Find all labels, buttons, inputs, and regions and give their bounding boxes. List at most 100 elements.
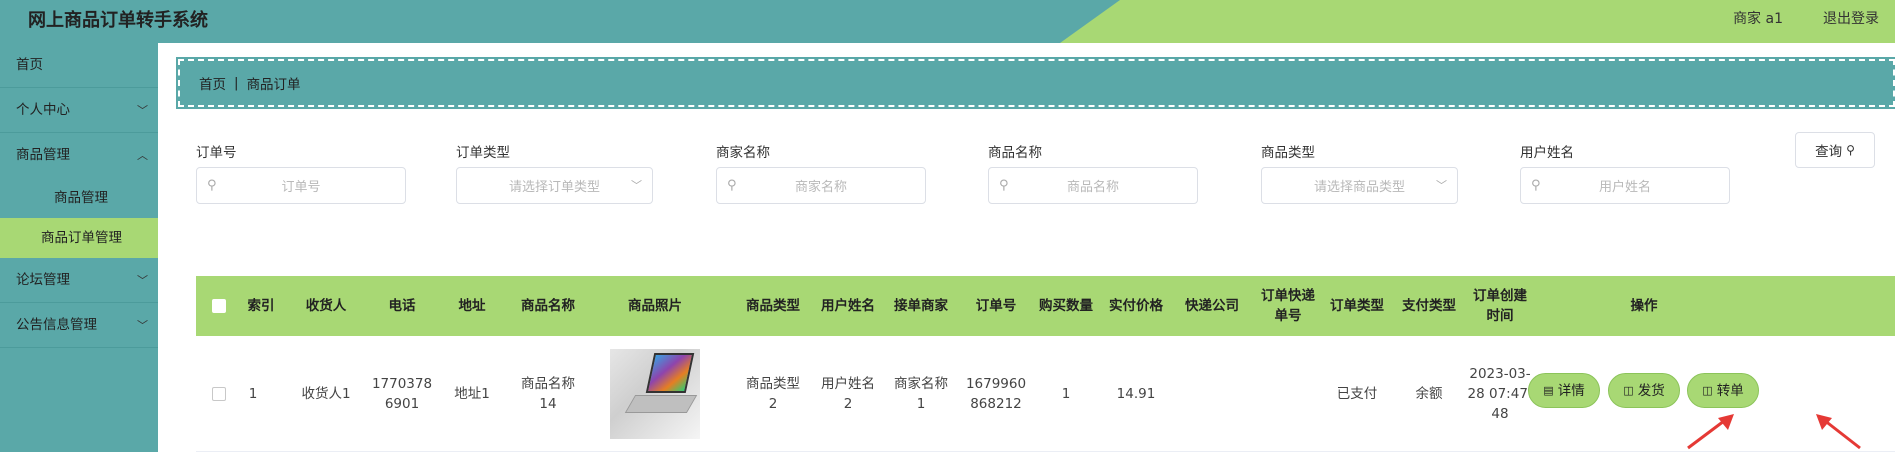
- column-header: 商品照片: [628, 298, 682, 314]
- cell-line: 48: [1491, 406, 1509, 422]
- product-name-input[interactable]: ⚲ 商品名称: [988, 167, 1198, 204]
- search-icon: ⚲: [207, 178, 217, 193]
- cell-line: 6901: [384, 396, 420, 412]
- red-arrow-icon: [1687, 414, 1734, 450]
- filter-label-merchant: 商家名称: [716, 145, 770, 161]
- ship-label: 发货: [1637, 382, 1665, 399]
- sidebar-subitem-product-orders[interactable]: 商品订单管理: [0, 218, 158, 258]
- cell-line: 14: [539, 396, 557, 412]
- product-type-select[interactable]: 请选择商品类型 ﹀: [1261, 167, 1458, 204]
- sidebar-item-forum[interactable]: 论坛管理 ﹀: [0, 258, 158, 303]
- sidebar-subitem-product[interactable]: 商品管理: [0, 178, 158, 218]
- cell-line: 商品名称: [521, 376, 575, 392]
- transfer-button[interactable]: ◫ 转单: [1687, 373, 1759, 408]
- filter-label-product-name: 商品名称: [988, 145, 1042, 161]
- input-placeholder: 商家名称: [794, 180, 847, 195]
- column-header: 订单创建 时间: [1462, 276, 1538, 336]
- document-icon: ▤: [1543, 383, 1554, 397]
- cell-price: 14.91: [1116, 386, 1156, 402]
- book-icon: ◫: [1623, 383, 1634, 397]
- checkbox[interactable]: [212, 299, 226, 313]
- filter-label-product-type: 商品类型: [1261, 145, 1315, 161]
- user-name-input[interactable]: ⚲ 用户姓名: [1520, 167, 1730, 204]
- cell-receiver: 收货人1: [301, 386, 351, 402]
- column-header: 商品类型: [746, 298, 800, 314]
- sidebar-item-home[interactable]: 首页: [0, 43, 158, 88]
- column-header: 商品名称: [521, 298, 575, 314]
- breadcrumb-home[interactable]: 首页: [199, 73, 226, 93]
- sidebar-item-personal-center[interactable]: 个人中心 ﹀: [0, 88, 158, 133]
- column-header: 索引: [247, 298, 275, 314]
- filter-label-order-no: 订单号: [196, 145, 237, 161]
- cell-line: 1679960: [965, 376, 1027, 392]
- cell-line: 1: [916, 396, 926, 412]
- cell-pay-type: 余额: [1415, 386, 1443, 402]
- chevron-down-icon: ﹀: [1436, 179, 1447, 192]
- select-placeholder: 请选择商品类型: [1313, 180, 1405, 195]
- table-header-row: 索引 收货人 电话 地址 商品名称 商品照片 商品类型 用户姓名 接单商家 订单…: [196, 276, 1895, 336]
- query-button[interactable]: 查询 ⚲: [1795, 132, 1875, 168]
- cell-line: 1770378: [371, 376, 433, 392]
- transfer-label: 转单: [1716, 382, 1744, 399]
- sidebar-item-label: 个人中心: [16, 102, 70, 118]
- laptop-screen-shape: [645, 353, 695, 393]
- column-header: 收货人: [305, 298, 347, 314]
- chevron-down-icon: ﹀: [137, 104, 148, 117]
- chevron-up-icon: ︿: [137, 149, 148, 162]
- cell-order-type: 已支付: [1336, 386, 1378, 402]
- column-header: 订单类型: [1330, 298, 1384, 314]
- column-header: 支付类型: [1402, 298, 1456, 314]
- orders-table: 索引 收货人 电话 地址 商品名称 商品照片 商品类型 用户姓名 接单商家 订单…: [196, 276, 1895, 452]
- select-placeholder: 请选择订单类型: [508, 180, 600, 195]
- column-header: 电话: [388, 298, 416, 314]
- input-placeholder: 用户姓名: [1598, 180, 1651, 195]
- sidebar-item-label: 论坛管理: [16, 272, 70, 288]
- order-type-select[interactable]: 请选择订单类型 ﹀: [456, 167, 653, 204]
- checkbox[interactable]: [212, 387, 226, 401]
- chevron-down-icon: ﹀: [137, 274, 148, 287]
- cell-express: [1166, 336, 1258, 452]
- cell-line: 868212: [970, 396, 1022, 412]
- cell-product-type: 商品类型 2: [726, 336, 820, 452]
- cell-line: 商品类型: [746, 376, 800, 392]
- detail-label: 详情: [1557, 382, 1585, 399]
- current-user: 商家 a1: [1733, 11, 1783, 27]
- header-select-all[interactable]: [196, 276, 242, 336]
- column-header: 地址: [458, 298, 486, 314]
- row-select[interactable]: [196, 336, 242, 452]
- sidebar-item-label: 首页: [16, 57, 43, 73]
- chevron-down-icon: ﹀: [137, 319, 148, 332]
- breadcrumb-separator: |: [234, 75, 239, 91]
- cell-phone: 1770378 6901: [372, 336, 432, 452]
- cell-line: 用户姓名: [821, 376, 875, 392]
- table-row: 1 收货人1 1770378 6901 地址1 商品名称 14 商品类型 2 用…: [196, 336, 1895, 452]
- sidebar-item-notice[interactable]: 公告信息管理 ﹀: [0, 303, 158, 348]
- sidebar-item-product-mgmt[interactable]: 商品管理 ︿: [0, 133, 158, 178]
- laptop-base-shape: [624, 395, 698, 413]
- column-header: 订单快递 单号: [1258, 276, 1318, 336]
- sidebar-item-label: 公告信息管理: [16, 317, 97, 333]
- header-line: 时间: [1486, 308, 1514, 324]
- cell-created-time: 2023-03- 28 07:47: 48: [1462, 336, 1538, 452]
- top-header: 网上商品订单转手系统 商家 a1 退出登录: [0, 0, 1895, 43]
- detail-button[interactable]: ▤ 详情: [1528, 373, 1600, 408]
- breadcrumb: 首页 | 商品订单: [176, 57, 1895, 109]
- sidebar-item-label: 商品管理: [54, 190, 108, 206]
- product-photo[interactable]: [610, 349, 700, 439]
- header-line: 单号: [1274, 308, 1302, 324]
- cell-line: 2: [843, 396, 853, 412]
- cell-address: 地址1: [454, 386, 490, 402]
- cell-quantity: 1: [1061, 386, 1071, 402]
- search-icon: ⚲: [727, 178, 737, 193]
- logout-link[interactable]: 退出登录: [1823, 8, 1879, 28]
- merchant-name-input[interactable]: ⚲ 商家名称: [716, 167, 926, 204]
- input-placeholder: 订单号: [281, 180, 321, 195]
- cell-user-name: 用户姓名 2: [820, 336, 876, 452]
- header-line: 订单创建: [1473, 288, 1527, 304]
- book-icon: ◫: [1702, 383, 1713, 397]
- column-header: 订单号: [975, 298, 1017, 314]
- ship-button[interactable]: ◫ 发货: [1608, 373, 1680, 408]
- search-icon: ⚲: [1846, 143, 1855, 157]
- cell-product-photo: [584, 336, 726, 452]
- order-no-input[interactable]: ⚲ 订单号: [196, 167, 406, 204]
